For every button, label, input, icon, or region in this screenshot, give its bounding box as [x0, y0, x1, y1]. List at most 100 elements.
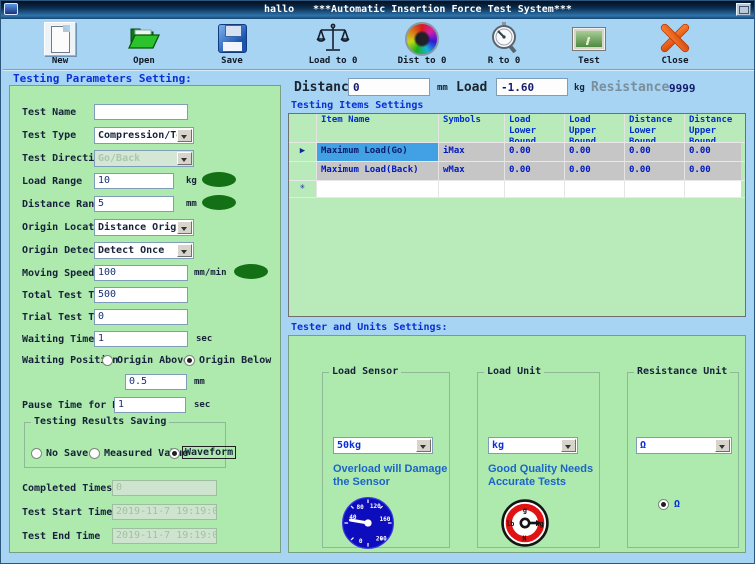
ohm-radio[interactable] — [658, 499, 669, 510]
waiting-time-label: Waiting Time — [22, 334, 94, 345]
close-x-icon — [640, 21, 710, 56]
empty-cell[interactable] — [565, 181, 625, 197]
close-button[interactable]: Close — [640, 21, 710, 66]
col-load-lower[interactable]: Load Lower Bound — [505, 114, 565, 142]
window-title-user: hallo — [264, 4, 294, 15]
cell-item-name[interactable]: Maximum Load(Back) — [317, 162, 439, 180]
col-load-upper[interactable]: Load Upper Bound — [565, 114, 625, 142]
open-button[interactable]: Open — [109, 21, 179, 66]
save-button[interactable]: Save — [197, 21, 267, 66]
test-type-dropdown-arrow-icon[interactable] — [177, 129, 192, 142]
resistance-unit-group: Resistance Unit Ω Ω — [627, 372, 739, 548]
load-unit-dropdown[interactable]: kg — [488, 437, 578, 454]
cell-symbol[interactable]: wMax — [439, 162, 505, 180]
load-unit-title: Load Unit — [484, 366, 544, 377]
origin-detection-dropdown[interactable]: Detect Once — [94, 242, 194, 259]
dist-to-zero-label: Dist to 0 — [387, 56, 457, 66]
table-row[interactable]: Maximum Load(Back) wMax 0.00 0.00 0.00 0… — [289, 162, 745, 181]
origin-below-label: Origin Below — [199, 355, 271, 366]
moving-speed-indicator — [234, 264, 268, 279]
balance-scale-icon — [298, 21, 368, 56]
resistance-unit-dropdown[interactable]: Ω — [636, 437, 732, 454]
cell-distance-upper[interactable]: 0.00 — [685, 162, 741, 180]
table-new-row[interactable]: ✳ — [289, 181, 745, 198]
cell-item-name[interactable]: Maximum Load(Go) — [317, 143, 439, 161]
empty-cell[interactable] — [685, 181, 741, 197]
completed-times-field: 0 — [112, 480, 217, 496]
empty-cell[interactable] — [317, 181, 439, 197]
empty-cell[interactable] — [505, 181, 565, 197]
trial-test-times-input[interactable]: 0 — [94, 309, 188, 325]
cell-load-upper[interactable]: 0.00 — [565, 143, 625, 161]
col-symbols[interactable]: Symbols — [439, 114, 505, 142]
resistance-readout-label: Resistance — [591, 80, 669, 95]
params-panel: Test Name Test Type Compression/Tensio T… — [9, 85, 281, 553]
col-item-name[interactable]: Item Name — [317, 114, 439, 142]
total-test-times-input[interactable]: 500 — [94, 287, 188, 303]
load-to-zero-button[interactable]: Load to 0 — [298, 21, 368, 66]
test-type-value: Compression/Tensio — [98, 130, 178, 141]
load-sensor-value: 50kg — [337, 440, 417, 451]
load-sensor-note-1: Overload will Damage — [333, 463, 447, 476]
toolbar: New Open Save — [3, 19, 754, 71]
testing-items-table: Item Name Symbols Load Lower Bound Load … — [288, 113, 746, 317]
svg-text:120: 120 — [370, 503, 381, 510]
test-name-input[interactable] — [94, 104, 188, 120]
load-range-label: Load Range — [22, 176, 82, 187]
load-sensor-dropdown[interactable]: 50kg — [333, 437, 433, 454]
origin-detection-dropdown-arrow-icon[interactable] — [177, 244, 192, 257]
cell-distance-lower[interactable]: 0.00 — [625, 162, 685, 180]
col-distance-upper[interactable]: Distance Upper Bound — [685, 114, 741, 142]
origin-above-radio[interactable] — [102, 355, 113, 366]
distance-range-input[interactable]: 5 — [94, 196, 174, 212]
title-bar[interactable]: hallo ***Automatic Insertion Force Test … — [1, 1, 754, 19]
dist-to-zero-button[interactable]: Dist to 0 — [387, 21, 457, 66]
new-row-marker-icon: ✳ — [289, 181, 317, 197]
load-sensor-dropdown-arrow-icon[interactable] — [416, 439, 431, 452]
test-type-dropdown[interactable]: Compression/Tensio — [94, 127, 194, 144]
distance-readout-value: 0 — [348, 78, 430, 96]
cell-load-upper[interactable]: 0.00 — [565, 162, 625, 180]
no-save-radio[interactable] — [31, 448, 42, 459]
color-wheel-icon — [387, 21, 457, 56]
r-to-zero-button[interactable]: R to 0 — [469, 21, 539, 66]
resistance-unit-value: Ω — [640, 440, 716, 451]
load-range-input[interactable]: 10 — [94, 173, 174, 189]
ohm-radio-label: Ω — [674, 499, 680, 510]
load-readout-label: Load — [456, 80, 487, 95]
cell-symbol[interactable]: iMax — [439, 143, 505, 161]
blue-gauge-icon: 4080 120160 2000 — [325, 497, 411, 549]
empty-cell[interactable] — [439, 181, 505, 197]
col-distance-lower[interactable]: Distance Lower Bound — [625, 114, 685, 142]
svg-text:0: 0 — [359, 538, 363, 545]
waiting-time-input[interactable]: 1 — [94, 331, 188, 347]
test-end-time-label: Test End Time — [22, 531, 100, 542]
load-unit-dropdown-arrow-icon[interactable] — [561, 439, 576, 452]
resistance-unit-title: Resistance Unit — [634, 366, 730, 377]
table-row[interactable]: ▶ Maximum Load(Go) iMax 0.00 0.00 0.00 0… — [289, 143, 745, 162]
cell-distance-upper[interactable]: 0.00 — [685, 143, 741, 161]
results-saving-group: Testing Results Saving No Save Measured … — [24, 422, 226, 468]
test-end-time-field: 2019-11-7 19:19:02 — [112, 528, 217, 544]
save-button-label: Save — [197, 56, 267, 66]
test-button[interactable]: Test — [554, 21, 624, 66]
completed-times-label: Completed Times — [22, 483, 112, 494]
test-type-label: Test Type — [22, 130, 76, 141]
origin-below-radio[interactable] — [184, 355, 195, 366]
new-button[interactable]: New — [25, 21, 95, 66]
waveform-radio[interactable] — [169, 448, 180, 459]
moving-speed-input[interactable]: 100 — [94, 265, 188, 281]
measured-value-radio[interactable] — [89, 448, 100, 459]
cell-load-lower[interactable]: 0.00 — [505, 143, 565, 161]
empty-cell[interactable] — [625, 181, 685, 197]
resistance-unit-dropdown-arrow-icon[interactable] — [715, 439, 730, 452]
waiting-offset-input[interactable]: 0.5 — [125, 374, 187, 390]
svg-text:200: 200 — [376, 536, 387, 543]
origin-location-dropdown-arrow-icon[interactable] — [177, 221, 192, 234]
cell-load-lower[interactable]: 0.00 — [505, 162, 565, 180]
window-control-button[interactable] — [736, 3, 751, 16]
cell-distance-lower[interactable]: 0.00 — [625, 143, 685, 161]
pause-time-input[interactable]: 1 — [114, 397, 186, 413]
save-floppy-icon — [197, 21, 267, 56]
origin-location-dropdown[interactable]: Distance Origin — [94, 219, 194, 236]
